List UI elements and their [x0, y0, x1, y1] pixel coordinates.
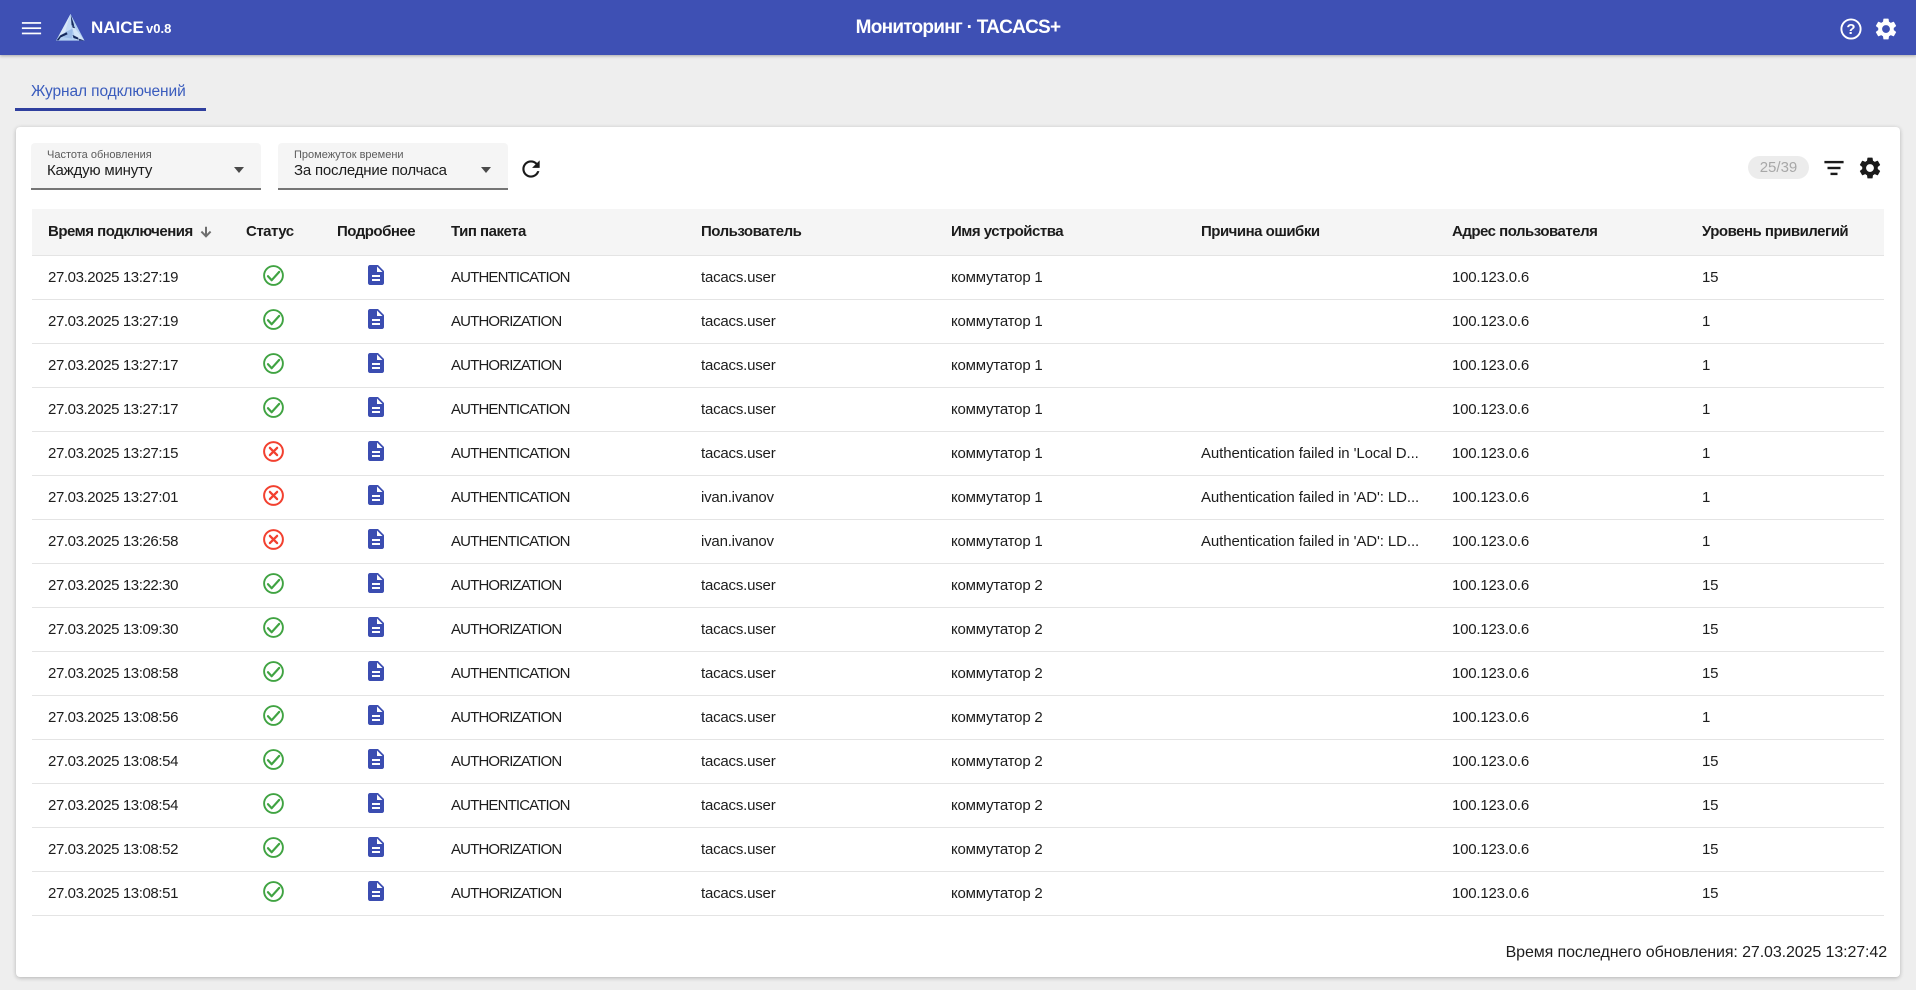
svg-text:?: ?	[1846, 21, 1855, 38]
